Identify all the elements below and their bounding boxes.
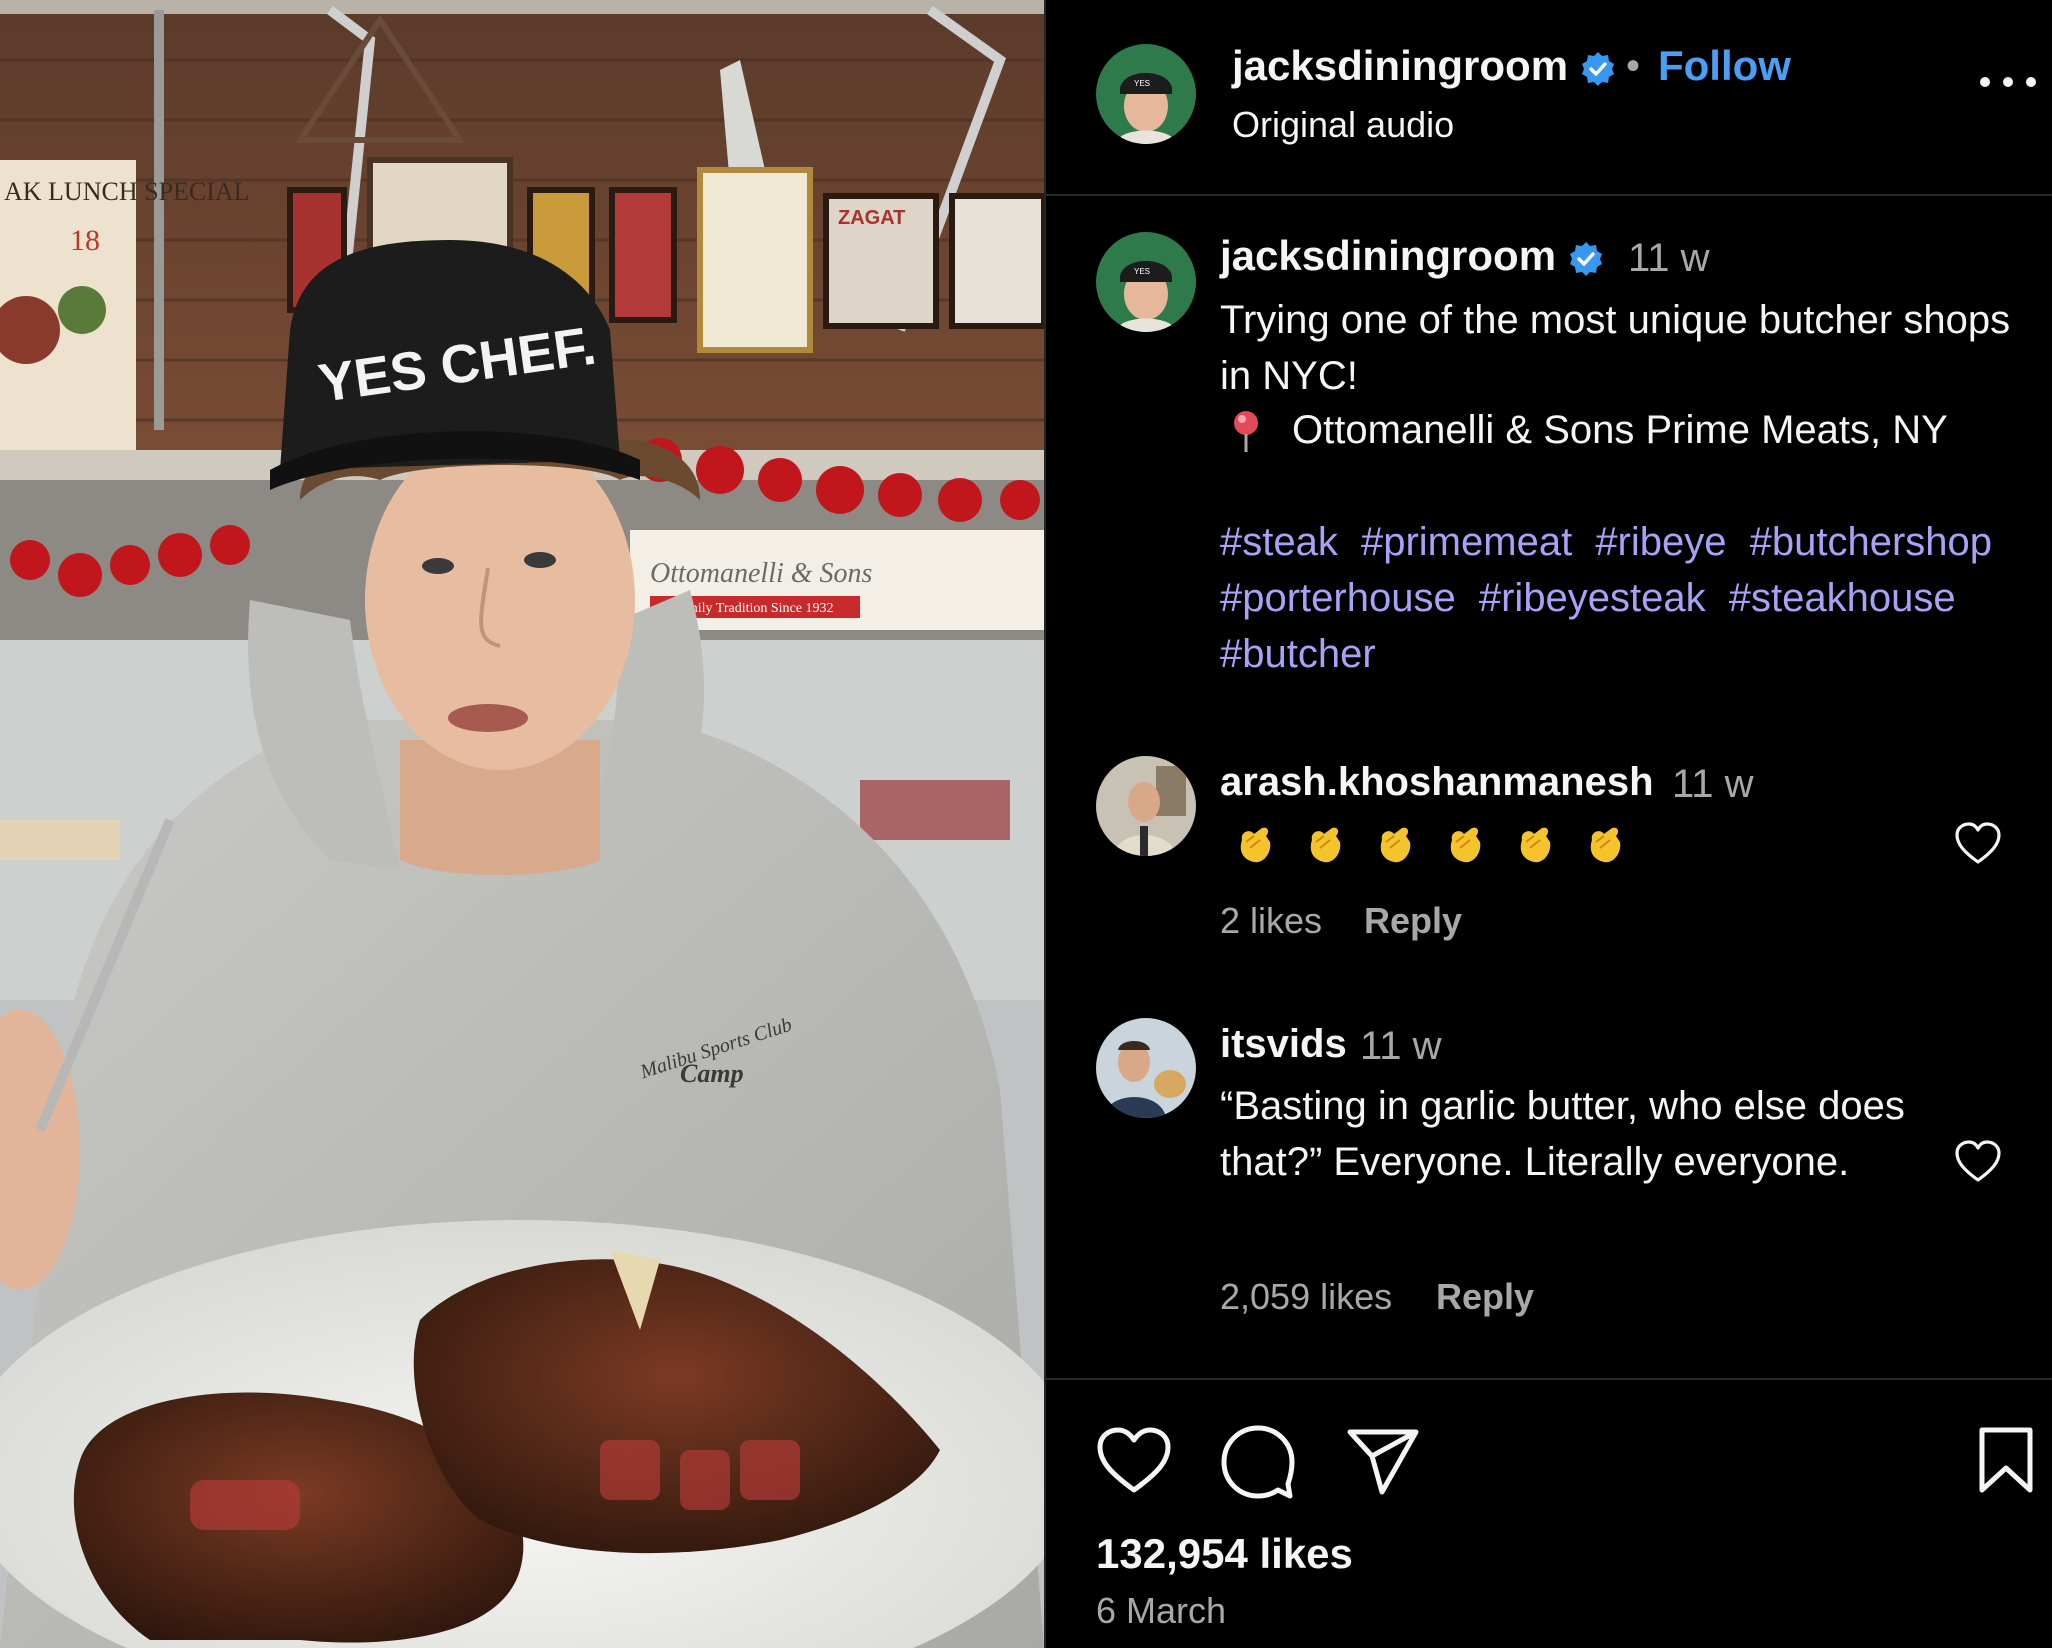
caption-hashtags: #steak #primemeat #ribeye #butchershop #… <box>1220 514 2020 682</box>
caption-username[interactable]: jacksdiningroom <box>1220 232 1604 280</box>
hashtag-link[interactable]: #steakhouse <box>1729 576 1956 620</box>
hashtag-link[interactable]: #steak <box>1220 520 1338 564</box>
caption-username-text: jacksdiningroom <box>1220 232 1557 279</box>
caption-text: Trying one of the most unique butcher sh… <box>1220 298 2011 398</box>
comment-likes-count[interactable]: 2,059 likes <box>1220 1276 1392 1318</box>
avatar-image <box>1096 1018 1196 1118</box>
menu-board-text: AK LUNCH SPECIAL <box>4 177 250 206</box>
verified-badge-icon <box>1570 241 1603 276</box>
zagat-frame-text: ZAGAT <box>838 207 905 229</box>
more-dot <box>2026 77 2036 87</box>
store-sign-text: Ottomanelli & Sons <box>650 558 873 589</box>
hashtag-link[interactable]: #ribeye <box>1595 520 1726 564</box>
clapping-hands-icon <box>1240 827 1271 863</box>
comment-like-heart-icon[interactable] <box>1954 822 2002 866</box>
post-details-panel: YES jacksdiningroom • Follow Original au… <box>1046 0 2052 1648</box>
clapping-hands-icon <box>1450 827 1481 863</box>
clapping-hands-icon <box>1520 827 1551 863</box>
comment-timestamp: 11 w <box>1672 762 1754 806</box>
author-avatar[interactable]: YES <box>1096 44 1196 144</box>
author-username-text: jacksdiningroom <box>1232 42 1569 89</box>
comment-username[interactable]: arash.khoshanmanesh <box>1220 760 1654 805</box>
comment-like-heart-icon[interactable] <box>1954 1140 2002 1184</box>
comment-text <box>1232 822 1626 866</box>
author-username[interactable]: jacksdiningroom <box>1232 42 1616 90</box>
hashtag-link[interactable]: #butchershop <box>1750 520 1992 564</box>
location-pin-icon <box>1234 411 1258 452</box>
more-dot <box>1980 77 1990 87</box>
more-dot <box>2003 77 2013 87</box>
clapping-hands-icon <box>1380 827 1411 863</box>
more-options-icon[interactable] <box>1980 62 2036 102</box>
hashtag-link[interactable]: #ribeyesteak <box>1479 576 1706 620</box>
comment-text: “Basting in garlic butter, who else does… <box>1220 1084 1905 1184</box>
hashtag-link[interactable]: #porterhouse <box>1220 576 1456 620</box>
share-send-icon[interactable] <box>1346 1428 1420 1496</box>
menu-board-price: 18 <box>70 224 100 257</box>
instagram-post-view: ZAGAT AK LUNCH SPECIAL 18 Ottomanelli & … <box>0 0 2052 1648</box>
like-heart-icon[interactable] <box>1096 1426 1172 1496</box>
svg-text:YES: YES <box>1134 79 1150 88</box>
hoodie-print-camp: Camp <box>680 1059 744 1088</box>
follow-button[interactable]: Follow <box>1658 42 1791 90</box>
post-header: YES jacksdiningroom • Follow Original au… <box>1046 0 2052 196</box>
avatar-image <box>1096 756 1196 856</box>
post-likes-count[interactable]: 132,954 likes <box>1096 1530 1353 1578</box>
post-date[interactable]: 6 March <box>1096 1590 1226 1632</box>
caption-author-avatar[interactable]: YES <box>1096 232 1196 332</box>
caption-timestamp[interactable]: 11 w <box>1628 236 1710 281</box>
comment-timestamp: 11 w <box>1360 1024 1442 1068</box>
svg-text:YES: YES <box>1134 267 1150 276</box>
comment-username[interactable]: itsvids <box>1220 1022 1347 1067</box>
footer-divider <box>1046 1378 2052 1380</box>
comment-likes-count[interactable]: 2 likes <box>1220 900 1322 942</box>
caption-location[interactable]: Ottomanelli & Sons Prime Meats, NY <box>1292 402 1948 458</box>
save-bookmark-icon[interactable] <box>1976 1426 2036 1496</box>
header-separator: • <box>1626 44 1641 88</box>
clapping-hands-icon <box>1310 827 1341 863</box>
original-audio-link[interactable]: Original audio <box>1232 104 1454 146</box>
hashtag-link[interactable]: #butcher <box>1220 632 1376 676</box>
post-media[interactable]: ZAGAT AK LUNCH SPECIAL 18 Ottomanelli & … <box>0 0 1044 1648</box>
hashtag-link[interactable]: #primemeat <box>1361 520 1572 564</box>
avatar-image: YES <box>1096 44 1196 144</box>
post-photo: ZAGAT AK LUNCH SPECIAL 18 Ottomanelli & … <box>0 0 1044 1648</box>
commenter-avatar[interactable] <box>1096 756 1196 856</box>
comment-reply-button[interactable]: Reply <box>1436 1276 1534 1318</box>
verified-badge-icon <box>1582 51 1615 86</box>
comment-reply-button[interactable]: Reply <box>1364 900 1462 942</box>
commenter-avatar[interactable] <box>1096 1018 1196 1118</box>
avatar-image: YES <box>1096 232 1196 332</box>
clapping-hands-icon <box>1590 827 1621 863</box>
comment-bubble-icon[interactable] <box>1220 1424 1296 1500</box>
